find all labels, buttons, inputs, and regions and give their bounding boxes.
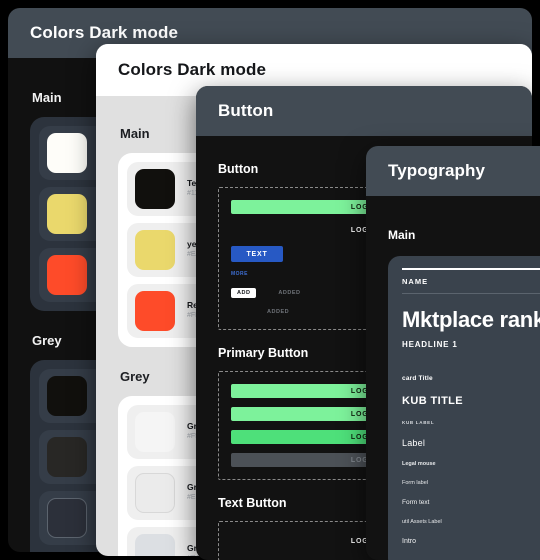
color-chip — [135, 473, 175, 513]
typo-item-legal-mouse: Legal mouse — [402, 461, 436, 467]
added-label: ADDED — [278, 290, 301, 296]
section-heading-main: Main — [388, 228, 416, 242]
panel-title: Colors Dark mode — [118, 60, 267, 79]
typo-item-intro: Intro — [402, 538, 417, 545]
typo-item-kub-label: KUB LABEL — [402, 420, 435, 425]
typo-item-label: Label — [402, 438, 426, 448]
color-chip — [47, 437, 87, 477]
typo-item-form-label: Form label — [402, 480, 428, 486]
typo-item-form-text: Form text — [402, 499, 430, 506]
panel-typography[interactable]: Typography Main NAME Mktplace ranking HE… — [366, 146, 540, 560]
panel-title: Typography — [388, 161, 486, 180]
color-chip — [135, 412, 175, 452]
color-chip — [135, 534, 175, 556]
typo-item-util-assets-label: util Assets Label — [402, 519, 442, 525]
color-chip — [47, 194, 87, 234]
color-chip — [47, 133, 87, 173]
typo-item-card-title: card Title — [402, 375, 433, 382]
panel-header: Button — [196, 86, 532, 136]
typo-name-label: NAME — [402, 277, 540, 294]
color-chip — [47, 376, 87, 416]
added-label-secondary: ADDED — [267, 309, 290, 315]
text-button-blue[interactable]: TEXT — [231, 246, 283, 262]
typography-card: NAME Mktplace ranking HEADLINE 1 card Ti… — [388, 256, 540, 560]
typo-headline-label: HEADLINE 1 — [402, 340, 458, 349]
color-chip — [47, 255, 87, 295]
color-chip — [135, 291, 175, 331]
panel-title: Button — [218, 101, 274, 120]
add-button[interactable]: ADD — [231, 288, 257, 298]
panel-title: Colors Dark mode — [30, 23, 179, 42]
typo-display-text: Mktplace ranking — [402, 307, 540, 332]
color-chip — [47, 498, 87, 538]
color-chip — [135, 230, 175, 270]
typo-item-kub-title: KUB TITLE — [402, 395, 464, 407]
divider — [402, 268, 540, 270]
color-chip — [135, 169, 175, 209]
panel-header: Typography — [366, 146, 540, 196]
panel-body: Main NAME Mktplace ranking HEADLINE 1 ca… — [366, 196, 540, 560]
